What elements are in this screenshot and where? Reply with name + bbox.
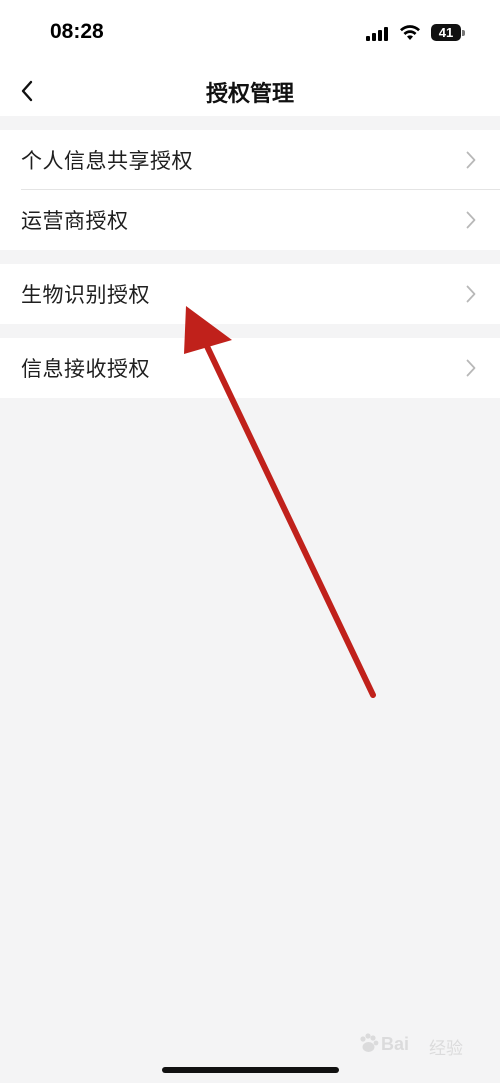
watermark-sub: 经验 [429,1039,463,1059]
chevron-right-icon [466,151,476,169]
chevron-right-icon [466,211,476,229]
status-time: 08:28 [50,20,104,43]
nav-bar: 授权管理 [0,66,500,116]
signal-icon [366,27,388,41]
menu-item-label: 运营商授权 [21,209,129,233]
wifi-icon [400,25,420,40]
battery-level: 41 [438,25,454,40]
menu-item-message-receiving[interactable]: 信息接收授权 [0,338,500,398]
menu-item-label: 信息接收授权 [21,357,150,381]
menu-item-carrier[interactable]: 运营商授权 [0,190,500,250]
menu-group-1: 个人信息共享授权 运营商授权 [0,130,500,250]
menu-item-label: 生物识别授权 [21,283,150,307]
chevron-right-icon [466,359,476,377]
menu-item-biometric[interactable]: 生物识别授权 [0,264,500,324]
battery-icon: 41 [431,24,465,41]
watermark-text: Bai [381,1034,410,1054]
battery-cap [462,30,465,36]
page-title: 授权管理 [205,82,294,107]
status-bar: 08:28 41 [0,0,500,66]
menu-group-2: 生物识别授权 [0,264,500,324]
paw-icon [360,1033,379,1052]
home-indicator[interactable] [162,1067,339,1073]
menu-item-label: 个人信息共享授权 [21,149,193,173]
menu-item-personal-info-sharing[interactable]: 个人信息共享授权 [0,130,500,190]
chevron-right-icon [466,285,476,303]
menu-group-3: 信息接收授权 [0,338,500,398]
watermark: Bai 经验 [353,1026,473,1066]
